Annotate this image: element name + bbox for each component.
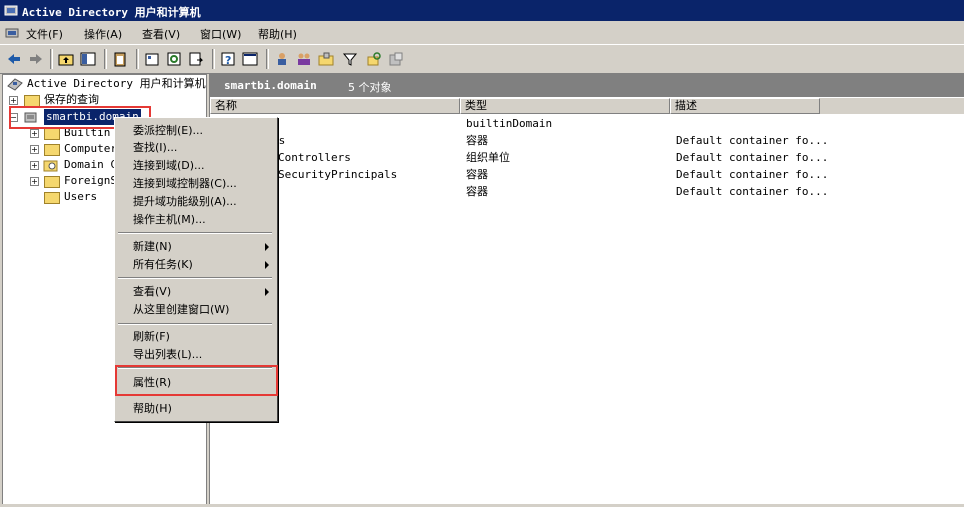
list-row[interactable]: Controllers 组织单位 Default container fo... (210, 149, 964, 166)
expand-plus-icon[interactable]: + (9, 96, 18, 105)
menu-file[interactable]: 文件(F) (26, 26, 63, 42)
column-description[interactable]: 描述 (670, 98, 820, 114)
cell-type: builtinDomain (466, 117, 553, 130)
toolbar: ? (0, 44, 964, 74)
menu-action[interactable]: 操作(A) (84, 26, 122, 42)
menu-item-new[interactable]: 新建(N) (133, 238, 172, 255)
details-title: smartbi.domain (224, 79, 317, 92)
cell-desc: Default container fo... (676, 185, 829, 198)
clipboard-icon[interactable] (112, 51, 128, 67)
menu-item-all-tasks[interactable]: 所有任务(K) (133, 256, 193, 273)
ou-icon (43, 160, 58, 172)
menu-item-delegate[interactable]: 委派控制(E)... (133, 122, 203, 139)
menu-separator (118, 232, 272, 234)
filter-icon[interactable] (342, 51, 358, 67)
menu-item-find[interactable]: 查找(I)... (133, 139, 177, 156)
list-row[interactable]: SecurityPrincipals 容器 Default container … (210, 166, 964, 183)
tree-root-label: Active Directory 用户和计算机 (27, 77, 206, 90)
list-row[interactable]: builtinDomain (210, 115, 964, 132)
up-folder-icon[interactable] (58, 51, 74, 67)
menu-item-refresh[interactable]: 刷新(F) (133, 328, 170, 345)
menu-item-connect-dc[interactable]: 连接到域控制器(C)... (133, 175, 237, 192)
menu-separator (118, 277, 272, 279)
ad-root-icon (7, 78, 23, 91)
expand-plus-icon[interactable]: + (30, 177, 39, 186)
details-pane: smartbi.domain 5 个对象 名称 类型 描述 builtinDom… (209, 74, 964, 504)
folder-icon (44, 144, 60, 156)
details-header: smartbi.domain 5 个对象 (210, 74, 964, 97)
cell-type: 容器 (466, 185, 488, 198)
menu-item-raise-level[interactable]: 提升域功能级别(A)... (133, 193, 237, 210)
expand-plus-icon[interactable]: + (30, 161, 39, 170)
column-type[interactable]: 类型 (460, 98, 670, 114)
forward-arrow-icon[interactable] (28, 51, 44, 67)
menu-item-help[interactable]: 帮助(H) (133, 400, 172, 417)
folder-icon (44, 176, 60, 188)
list-row[interactable]: 容器 Default container fo... (210, 183, 964, 200)
tree-item-label: Users (64, 190, 98, 203)
column-header-row: 名称 类型 描述 (210, 98, 964, 114)
svg-text:?: ? (225, 54, 231, 67)
back-arrow-icon[interactable] (6, 51, 22, 67)
cell-type: 组织单位 (466, 151, 510, 164)
cell-desc: Default container fo... (676, 134, 829, 147)
menu-view[interactable]: 查看(V) (142, 26, 180, 42)
menu-item-view[interactable]: 查看(V) (133, 283, 171, 300)
menu-item-new-window[interactable]: 从这里创建窗口(W) (133, 301, 229, 318)
menu-separator (118, 323, 272, 325)
tree-item-label: ForeignS (64, 174, 117, 187)
menu-item-ops-master[interactable]: 操作主机(M)... (133, 211, 206, 228)
show-tree-icon[interactable] (80, 51, 96, 67)
column-name[interactable]: 名称 (210, 98, 460, 114)
console-window-icon[interactable] (242, 51, 258, 67)
highlight-box-properties (115, 365, 278, 396)
menu-item-export[interactable]: 导出列表(L)... (133, 346, 202, 363)
cell-desc: Default container fo... (676, 168, 829, 181)
new-user-icon[interactable] (274, 51, 290, 67)
refresh-icon[interactable] (166, 51, 182, 67)
tree-item-label: Domain C (64, 158, 117, 171)
find-icon[interactable] (366, 51, 382, 67)
menu-bar: 文件(F) 操作(A) 查看(V) 窗口(W) 帮助(H) (0, 21, 964, 44)
window-title: Active Directory 用户和计算机 (22, 6, 201, 19)
expand-plus-icon[interactable]: + (30, 129, 39, 138)
new-ou-icon[interactable] (318, 51, 334, 67)
menu-item-connect-domain[interactable]: 连接到域(D)... (133, 157, 205, 174)
submenu-arrow-icon (265, 288, 269, 296)
cell-desc: Default container fo... (676, 151, 829, 164)
folder-icon (44, 128, 60, 140)
cell-type: 容器 (466, 134, 488, 147)
console-icon[interactable] (4, 25, 20, 41)
tree-item-label: Computer (64, 142, 117, 155)
submenu-arrow-icon (265, 243, 269, 251)
menu-help[interactable]: 帮助(H) (258, 26, 297, 42)
cell-name: SecurityPrincipals (278, 168, 398, 181)
properties-icon[interactable] (144, 51, 160, 67)
title-bar: Active Directory 用户和计算机 (0, 0, 964, 21)
object-count: 5 个对象 (348, 81, 392, 94)
cell-type: 容器 (466, 168, 488, 181)
ad-app-icon (4, 5, 18, 16)
export-list-icon[interactable] (188, 51, 204, 67)
help-icon[interactable]: ? (220, 51, 236, 67)
add-to-group-icon[interactable] (388, 51, 404, 67)
submenu-arrow-icon (265, 261, 269, 269)
folder-icon (44, 192, 60, 204)
expand-plus-icon[interactable]: + (30, 145, 39, 154)
list-row[interactable]: rs 容器 Default container fo... (210, 132, 964, 149)
new-group-icon[interactable] (296, 51, 312, 67)
menu-window[interactable]: 窗口(W) (200, 26, 241, 42)
cell-name: Controllers (278, 151, 351, 164)
